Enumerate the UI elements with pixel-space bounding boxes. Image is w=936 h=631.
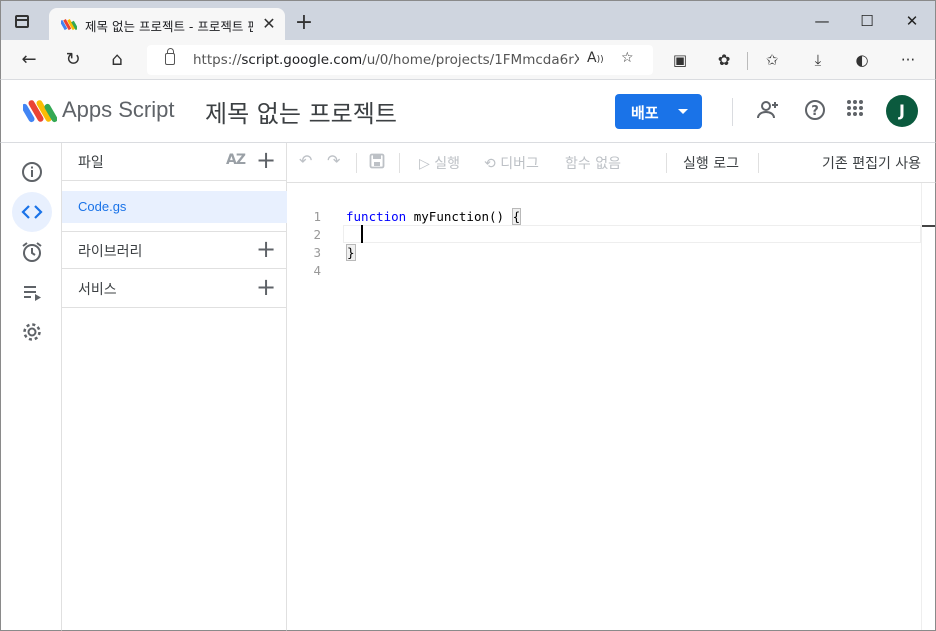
redo-icon[interactable]: ↷ xyxy=(327,151,340,170)
files-panel: 파일 AZ + Code.gs 라이브러리 + 서비스 + xyxy=(62,143,287,631)
browser-tab-bar: 제목 없는 프로젝트 - 프로젝트 편집기 ✕ + — ☐ ✕ xyxy=(0,0,936,41)
toolbar-divider xyxy=(758,153,759,173)
back-icon[interactable]: ← xyxy=(17,49,41,71)
toolbar-divider xyxy=(666,153,667,173)
current-line-highlight xyxy=(343,225,921,243)
line-number: 4 xyxy=(313,263,321,278)
maximize-icon[interactable]: ☐ xyxy=(852,9,882,33)
files-section-header: 파일 AZ + xyxy=(62,143,287,181)
share-user-icon[interactable] xyxy=(755,98,781,124)
scrollbar-cursor-marker xyxy=(922,225,935,227)
downloads-icon[interactable]: ⤓ xyxy=(807,50,829,70)
add-file-button[interactable]: + xyxy=(255,147,277,173)
address-bar[interactable]: https://script.google.com/u/0/home/proje… xyxy=(147,45,653,75)
new-tab-button[interactable]: + xyxy=(293,12,315,35)
svg-text:?: ? xyxy=(811,104,819,119)
lock-icon[interactable] xyxy=(165,48,175,65)
deploy-button[interactable]: 배포 xyxy=(615,94,702,129)
apps-grid-icon[interactable] xyxy=(842,98,868,124)
project-title[interactable]: 제목 없는 프로젝트 xyxy=(205,94,397,129)
files-label: 파일 xyxy=(78,155,104,171)
sort-az-icon[interactable]: AZ xyxy=(226,152,246,168)
line-number: 3 xyxy=(313,245,321,260)
favorites-icon[interactable]: ✩ xyxy=(761,50,783,70)
services-label: 서비스 xyxy=(78,282,117,298)
browser-toolbar: ← ↻ ⌂ https://script.google.com/u/0/home… xyxy=(0,40,936,80)
function-select[interactable]: 함수 없음 xyxy=(565,153,621,173)
read-aloud-icon[interactable]: A)) xyxy=(587,50,604,66)
save-icon[interactable] xyxy=(369,153,385,173)
debug-button[interactable]: ⟲ 디버그 xyxy=(484,153,539,173)
undo-icon[interactable]: ↶ xyxy=(299,151,312,170)
tab-close-icon[interactable]: ✕ xyxy=(259,14,279,34)
chevron-down-icon xyxy=(678,109,688,114)
apps-script-logo-icon xyxy=(23,100,57,123)
settings-icon[interactable] xyxy=(12,312,52,352)
alarm-icon[interactable] xyxy=(12,232,52,272)
code-line[interactable]: function myFunction() { xyxy=(346,208,522,225)
code-icon[interactable] xyxy=(12,192,52,232)
executions-icon[interactable] xyxy=(12,272,52,312)
avatar[interactable]: J xyxy=(886,95,918,127)
execution-log-button[interactable]: 실행 로그 xyxy=(683,153,739,173)
text-cursor xyxy=(361,225,363,243)
home-icon[interactable]: ⌂ xyxy=(105,49,129,71)
apps-script-favicon-icon xyxy=(61,19,77,31)
libraries-label: 라이브러리 xyxy=(78,244,143,260)
deploy-button-label: 배포 xyxy=(631,104,659,122)
app-header: Apps Script 제목 없는 프로젝트 배포 ? J xyxy=(0,80,936,143)
toolbar-divider xyxy=(399,153,400,173)
refresh-icon[interactable]: ↻ xyxy=(61,49,85,71)
close-icon[interactable]: ✕ xyxy=(897,9,927,33)
collections-icon[interactable]: ▣ xyxy=(669,50,691,70)
info-icon[interactable] xyxy=(12,152,52,192)
toolbar-divider xyxy=(747,52,748,70)
help-icon[interactable]: ? xyxy=(802,98,828,124)
line-number: 2 xyxy=(313,227,321,242)
toolbar-divider xyxy=(356,153,357,173)
editor-toolbar: ↶ ↷ ▷ 실행 ⟲ 디버그 함수 없음 실행 로그 기존 편집기 사용 xyxy=(287,143,936,183)
browser-tab[interactable]: 제목 없는 프로젝트 - 프로젝트 편집기 ✕ xyxy=(49,8,285,41)
code-line[interactable]: } xyxy=(346,244,356,261)
url-text[interactable]: https://script.google.com/u/0/home/proje… xyxy=(193,52,579,68)
browser-tab-title: 제목 없는 프로젝트 - 프로젝트 편집기 xyxy=(85,19,253,34)
line-number: 1 xyxy=(313,209,321,224)
file-name: Code.gs xyxy=(78,199,127,214)
header-divider xyxy=(732,98,733,126)
add-service-button[interactable]: + xyxy=(255,274,277,300)
tab-actions-icon[interactable] xyxy=(11,11,37,33)
add-library-button[interactable]: + xyxy=(255,236,277,262)
left-rail xyxy=(0,143,62,631)
minimize-icon[interactable]: — xyxy=(807,9,837,33)
file-item-code-gs[interactable]: Code.gs xyxy=(62,191,287,223)
code-editor[interactable]: 1 2 3 4 function myFunction() { } xyxy=(287,183,936,631)
services-section-header: 서비스 + xyxy=(62,270,287,308)
run-button[interactable]: ▷ 실행 xyxy=(419,153,460,173)
legacy-editor-button[interactable]: 기존 편집기 사용 xyxy=(822,153,921,173)
extensions-icon[interactable]: ✿ xyxy=(713,50,735,70)
add-favorite-icon[interactable]: ☆ xyxy=(621,50,634,66)
profile-icon[interactable]: ◐ xyxy=(851,50,873,70)
more-menu-icon[interactable]: ··· xyxy=(897,50,919,70)
app-brand-name[interactable]: Apps Script xyxy=(62,97,175,123)
libraries-section-header: 라이브러리 + xyxy=(62,231,287,269)
editor-scrollbar[interactable] xyxy=(921,183,935,630)
